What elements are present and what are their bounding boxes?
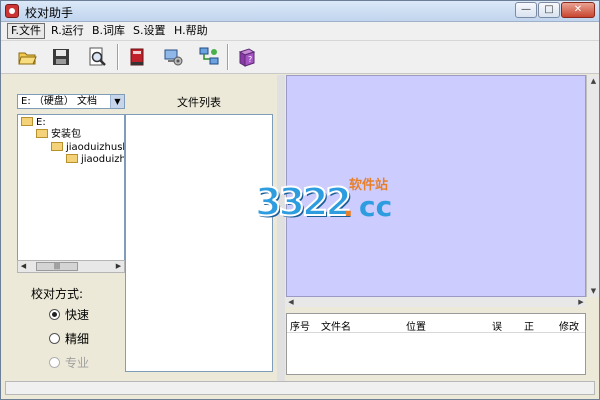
minimize-button[interactable]: — (515, 2, 537, 18)
window-title: 校对助手 (25, 6, 74, 20)
pane-splitter[interactable] (277, 75, 285, 381)
scroll-thumb[interactable]: ||| (36, 262, 78, 271)
scroll-right-icon[interactable]: ▶ (576, 297, 586, 307)
chevron-down-icon[interactable]: ▼ (110, 95, 124, 108)
watermark-logo: 3322 软件站 . cc (251, 172, 399, 228)
menu-help[interactable]: H.帮助 (171, 24, 211, 38)
watermark-domain: cc (359, 190, 393, 223)
scroll-left-icon[interactable]: ◀ (286, 297, 296, 307)
menu-dictionary[interactable]: B.词库 (89, 24, 128, 38)
file-list[interactable] (125, 114, 273, 372)
column-header[interactable]: 修改 (559, 318, 579, 333)
close-button[interactable]: ✕ (561, 2, 595, 18)
mode-fine-label[interactable]: 精细 (65, 330, 89, 347)
status-bar (5, 381, 595, 395)
scroll-down-icon[interactable]: ▼ (589, 286, 598, 296)
mode-pro-label: 专业 (65, 356, 90, 370)
column-header[interactable]: 位置 (406, 318, 426, 333)
tree-scrollbar[interactable]: ◀ ||| ▶ (17, 260, 125, 273)
open-folder-icon (18, 52, 37, 65)
watermark-dot: . (343, 190, 354, 223)
svg-text:?: ? (248, 55, 252, 64)
app-logo-icon (5, 4, 19, 18)
folder-icon (36, 129, 48, 138)
help-button[interactable]: ? (233, 43, 261, 71)
dictionary-book-icon (130, 48, 144, 66)
watermark-number: 3322 (254, 179, 353, 225)
check-mode-label: 校对方式: (31, 287, 84, 301)
menu-bar: F.文件 R.运行 B.词库 S.设置 H.帮助 (1, 22, 599, 41)
column-header[interactable]: 文件名 (321, 318, 351, 333)
toolbar-separator (227, 44, 229, 70)
tree-node[interactable]: jiaoduizh (66, 154, 124, 166)
document-vertical-scrollbar[interactable]: ▲ ▼ (586, 75, 599, 297)
mode-fast-label[interactable]: 快速 (65, 306, 89, 323)
drive-select-value: E: （硬盘） 文档 (21, 96, 98, 107)
scroll-right-icon[interactable]: ▶ (113, 261, 124, 272)
save-button[interactable] (47, 43, 75, 71)
menu-run[interactable]: R.运行 (48, 24, 87, 38)
help-book-icon: ? (238, 48, 256, 67)
search-document-icon (89, 47, 106, 66)
scroll-left-icon[interactable]: ◀ (18, 261, 29, 272)
network-icon (199, 47, 219, 65)
toolbar: ? (1, 41, 599, 74)
column-header[interactable]: 正 (524, 318, 534, 333)
maximize-button[interactable]: □ (538, 2, 560, 18)
save-disk-icon (53, 49, 69, 65)
column-header[interactable]: 序号 (290, 318, 310, 333)
result-table[interactable]: 序号 文件名 位置 误 正 修改 (286, 313, 586, 375)
tree-node[interactable]: 安装包 (36, 129, 81, 141)
scroll-up-icon[interactable]: ▲ (589, 76, 598, 86)
title-bar[interactable]: 校对助手 — □ ✕ (1, 1, 599, 22)
toolbar-separator (117, 44, 119, 70)
mode-fine-radio[interactable] (49, 333, 60, 344)
tree-node[interactable]: jiaoduizhush (51, 142, 124, 154)
tree-node[interactable]: E: (21, 117, 46, 129)
folder-icon (51, 142, 63, 151)
settings-computer-icon (164, 49, 183, 66)
settings-button[interactable] (159, 43, 187, 71)
mode-pro-radio (49, 357, 60, 368)
dictionary-button[interactable] (123, 43, 151, 71)
folder-tree[interactable]: E: 安装包 jiaoduizhush jiaoduizh (17, 114, 125, 272)
file-list-title: 文件列表 (177, 96, 221, 109)
folder-icon (66, 154, 78, 163)
menu-file[interactable]: F.文件 (7, 23, 46, 39)
folder-icon (21, 117, 33, 126)
result-table-header: 序号 文件名 位置 误 正 修改 (287, 314, 585, 333)
network-button[interactable] (195, 43, 223, 71)
app-window: 校对助手 — □ ✕ F.文件 R.运行 B.词库 S.设置 H.帮助 ? E:… (0, 0, 600, 400)
check-button[interactable] (83, 43, 111, 71)
mode-fast-radio[interactable] (49, 309, 60, 320)
column-header[interactable]: 误 (492, 318, 502, 333)
document-horizontal-scrollbar[interactable]: ◀ ▶ (286, 297, 586, 307)
menu-settings[interactable]: S.设置 (130, 24, 168, 38)
drive-select[interactable]: E: （硬盘） 文档 ▼ (17, 94, 125, 109)
open-button[interactable] (13, 43, 41, 71)
